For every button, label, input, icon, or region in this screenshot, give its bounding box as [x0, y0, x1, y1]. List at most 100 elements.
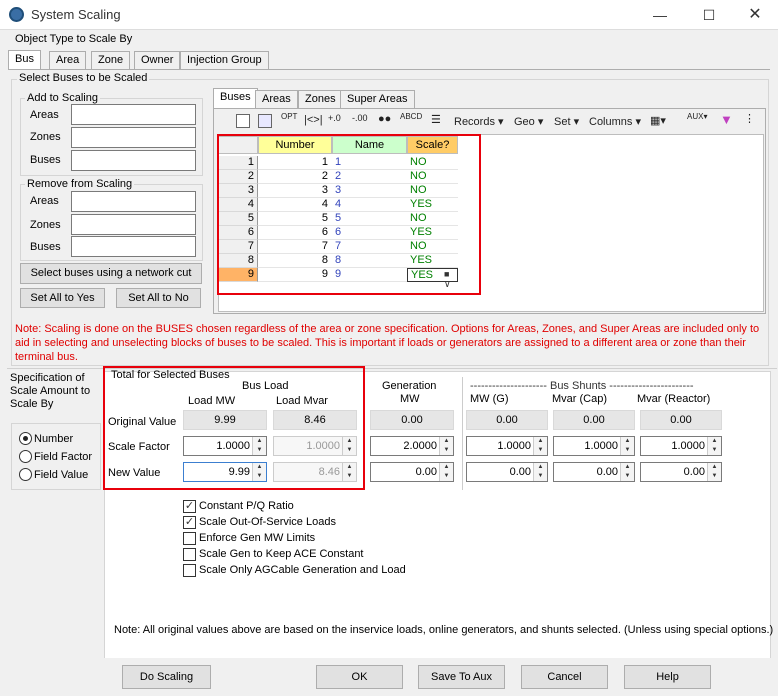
columns-menu[interactable]: Columns ▾ — [589, 115, 641, 128]
filter-opt-icon[interactable]: OPT — [281, 112, 297, 121]
export-icon[interactable]: ▦▾ — [650, 114, 666, 127]
radio-field-factor-label: Field Factor — [34, 451, 93, 463]
tab-zone[interactable]: Zone — [91, 51, 131, 69]
spin-arrows-icon[interactable]: ▲ ▼ — [439, 463, 453, 481]
more-icon[interactable]: ⋮ — [744, 112, 755, 125]
aux-icon[interactable]: AUX▾ — [687, 112, 707, 121]
tab-area[interactable]: Area — [49, 51, 87, 69]
radio-field-value[interactable] — [19, 468, 32, 481]
gen-mw-label: MW — [400, 393, 420, 405]
option-checkbox[interactable] — [183, 563, 196, 577]
spin-arrows-icon[interactable]: ▲ ▼ — [533, 437, 547, 455]
form-view-icon[interactable] — [258, 114, 272, 128]
option-checkbox[interactable]: ✓ — [183, 515, 196, 529]
add-zones-label: Zones — [30, 131, 61, 143]
factor-gen-mw-spinner[interactable]: 2.0000 ▲ ▼ — [370, 436, 454, 456]
split-columns-icon[interactable]: |<>| — [304, 114, 323, 126]
set-menu-label: Set — [554, 116, 571, 128]
option-row[interactable]: ✓ Scale Out-Of-Service Loads — [183, 514, 483, 530]
option-row[interactable]: Scale Gen to Keep ACE Constant — [183, 546, 483, 562]
remove-from-scaling-label: Remove from Scaling — [25, 178, 135, 190]
sort-abcd-icon[interactable]: ABCD — [400, 112, 422, 121]
option-label: Scale Out-Of-Service Loads — [199, 516, 336, 528]
new-shunt-mw-spinner[interactable]: 0.00 ▲ ▼ — [466, 462, 548, 482]
tab-divider — [8, 69, 770, 70]
find-icon[interactable]: ●● — [378, 113, 391, 125]
radio-field-factor[interactable] — [19, 450, 32, 463]
add-areas-input[interactable] — [71, 104, 196, 125]
columns-menu-label: Columns — [589, 116, 633, 128]
spin-arrows-icon[interactable]: ▲ ▼ — [439, 437, 453, 455]
do-scaling-button[interactable]: Do Scaling — [122, 665, 211, 689]
original-gen-mw: 0.00 — [370, 410, 454, 430]
factor-shunt-cap-spinner[interactable]: 1.0000 ▲ ▼ — [553, 436, 635, 456]
geo-menu-label: Geo — [514, 116, 535, 128]
tab-super-areas[interactable]: Super Areas — [340, 90, 415, 108]
tab-zones[interactable]: Zones — [298, 90, 343, 108]
close-button[interactable]: ✕ — [732, 0, 778, 30]
options-list: ✓ Constant P/Q Ratio ✓ Scale Out-Of-Service… — [183, 498, 483, 578]
spin-arrows-icon[interactable]: ▲ ▼ — [620, 463, 634, 481]
radio-number[interactable] — [19, 432, 32, 445]
tab-bus[interactable]: Bus — [8, 50, 41, 70]
option-checkbox[interactable]: ✓ — [183, 499, 196, 513]
option-checkbox[interactable] — [183, 547, 196, 561]
minimize-button[interactable]: — — [637, 0, 683, 30]
cancel-button[interactable]: Cancel — [521, 665, 608, 689]
new-gen-mw-spinner[interactable]: 0.00 ▲ ▼ — [370, 462, 454, 482]
new-shunt-cap-value: 0.00 — [596, 466, 618, 478]
inservice-note: Note: All original values above are base… — [114, 624, 774, 636]
set-menu[interactable]: Set ▾ — [554, 115, 579, 128]
factor-shunt-mw-value: 1.0000 — [497, 440, 531, 452]
grid-view-icon[interactable] — [236, 114, 250, 128]
spin-arrows-icon[interactable]: ▲ ▼ — [620, 437, 634, 455]
bus-shunts-label: --------------------- Bus Shunts -------… — [470, 380, 694, 392]
factor-shunt-cap-value: 1.0000 — [584, 440, 618, 452]
filter-columns-icon[interactable]: ☰ — [431, 113, 441, 126]
maximize-button[interactable]: ☐ — [686, 0, 732, 30]
grid-highlight-box — [217, 134, 481, 295]
geo-menu[interactable]: Geo ▾ — [514, 115, 543, 128]
add-areas-label: Areas — [30, 109, 59, 121]
network-cut-button[interactable]: Select buses using a network cut — [20, 263, 202, 284]
remove-areas-label: Areas — [30, 195, 59, 207]
tab-areas[interactable]: Areas — [255, 90, 298, 108]
spin-arrows-icon[interactable]: ▲ ▼ — [533, 463, 547, 481]
spin-arrows-icon[interactable]: ▲ ▼ — [707, 437, 721, 455]
new-shunt-cap-spinner[interactable]: 0.00 ▲ ▼ — [553, 462, 635, 482]
select-buses-label: Select Buses to be Scaled — [17, 72, 150, 84]
remove-zones-label: Zones — [30, 219, 61, 231]
radio-field-value-label: Field Value — [34, 469, 89, 481]
increase-decimals-icon[interactable]: +.0 — [328, 113, 341, 123]
spin-arrows-icon[interactable]: ▲ ▼ — [707, 463, 721, 481]
funnel-filter-icon[interactable]: ▼ — [720, 112, 733, 127]
new-shunt-reactor-spinner[interactable]: 0.00 ▲ ▼ — [640, 462, 722, 482]
new-shunt-reactor-value: 0.00 — [683, 466, 705, 478]
help-button[interactable]: Help — [624, 665, 711, 689]
set-all-yes-button[interactable]: Set All to Yes — [20, 288, 105, 308]
save-to-aux-button[interactable]: Save To Aux — [418, 665, 505, 689]
set-all-no-button[interactable]: Set All to No — [116, 288, 201, 308]
option-label: Constant P/Q Ratio — [199, 500, 294, 512]
factor-shunt-reactor-value: 1.0000 — [671, 440, 705, 452]
option-row[interactable]: Enforce Gen MW Limits — [183, 530, 483, 546]
option-label: Scale Only AGCable Generation and Load — [199, 564, 406, 576]
option-row[interactable]: ✓ Constant P/Q Ratio — [183, 498, 483, 514]
records-menu[interactable]: Records ▾ — [454, 115, 504, 128]
decrease-decimals-icon[interactable]: -.00 — [352, 113, 368, 123]
factor-shunt-mw-spinner[interactable]: 1.0000 ▲ ▼ — [466, 436, 548, 456]
add-buses-input[interactable] — [71, 150, 196, 171]
add-zones-input[interactable] — [71, 127, 196, 148]
tab-injection-group[interactable]: Injection Group — [180, 51, 269, 69]
remove-buses-input[interactable] — [71, 236, 196, 257]
generation-label: Generation — [382, 380, 437, 392]
factor-shunt-reactor-spinner[interactable]: 1.0000 ▲ ▼ — [640, 436, 722, 456]
option-row[interactable]: Scale Only AGCable Generation and Load — [183, 562, 483, 578]
tab-owner[interactable]: Owner — [134, 51, 181, 69]
remove-areas-input[interactable] — [71, 191, 196, 212]
option-checkbox[interactable] — [183, 531, 196, 545]
ok-button[interactable]: OK — [316, 665, 403, 689]
app-icon — [9, 7, 24, 22]
remove-zones-input[interactable] — [71, 214, 196, 235]
tab-buses[interactable]: Buses — [213, 88, 258, 108]
